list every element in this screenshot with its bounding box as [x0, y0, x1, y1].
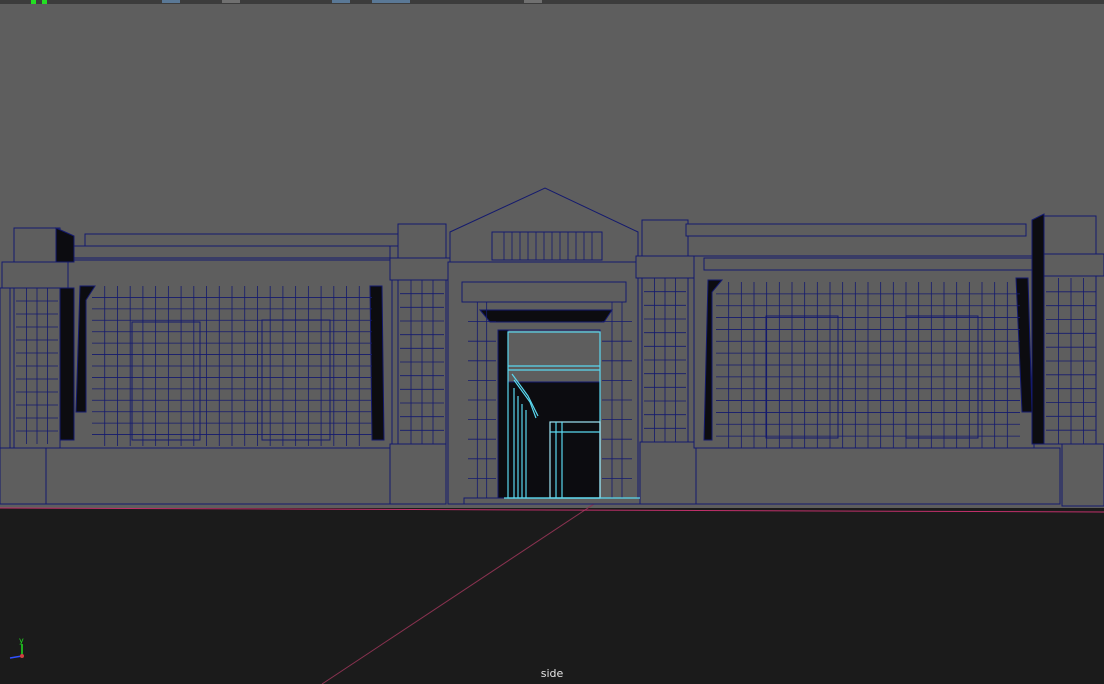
right-pillar[interactable]: [1039, 215, 1097, 445]
y-axis-label: y: [19, 636, 24, 645]
right-pillar-shadow: [1031, 213, 1045, 445]
left-wing-frieze[interactable]: [71, 245, 391, 259]
gate-left-base[interactable]: [389, 443, 447, 505]
right-pillar-base[interactable]: [1061, 443, 1104, 507]
gate-step[interactable]: [463, 497, 641, 505]
scene-canvas[interactable]: [0, 4, 1104, 684]
gate-pediment-panel[interactable]: [491, 231, 603, 261]
toolbar-button[interactable]: [372, 0, 410, 3]
left-wing-wall[interactable]: [59, 259, 393, 449]
toolbar-button[interactable]: [162, 0, 180, 3]
left-wing-base[interactable]: [45, 447, 393, 505]
far-left-wall[interactable]: [0, 287, 11, 449]
right-wing-frieze[interactable]: [703, 257, 1035, 271]
left-window-1[interactable]: [131, 321, 201, 441]
left-wing-cornice[interactable]: [84, 233, 402, 247]
camera-name-label: side: [540, 667, 564, 680]
toolbar-button[interactable]: [222, 0, 240, 3]
toolbar-button[interactable]: [332, 0, 350, 3]
gate-lintel[interactable]: [461, 281, 627, 303]
gate-right-capital[interactable]: [635, 255, 699, 279]
gate-left-capital[interactable]: [389, 257, 453, 281]
x-axis-dot: [20, 654, 24, 658]
doorway-back-wall: [507, 329, 601, 383]
gate-arch-shadow: [478, 309, 613, 323]
viewport-background-lower: [0, 508, 1104, 684]
left-wing-shadow: [369, 285, 385, 441]
right-wing-cornice[interactable]: [685, 223, 1027, 237]
left-pillar-side: [59, 287, 75, 441]
axis-gizmo: y: [9, 636, 24, 659]
right-wing-base[interactable]: [695, 447, 1061, 505]
left-pillar-capital[interactable]: [1, 261, 69, 289]
right-pillar-capital[interactable]: [1043, 253, 1104, 277]
gate-right-base[interactable]: [639, 441, 699, 505]
toolbar-button[interactable]: [524, 0, 542, 3]
side-viewport[interactable]: y side: [0, 0, 1104, 684]
far-left-base[interactable]: [0, 447, 47, 505]
right-wing-wall[interactable]: [693, 255, 1035, 449]
